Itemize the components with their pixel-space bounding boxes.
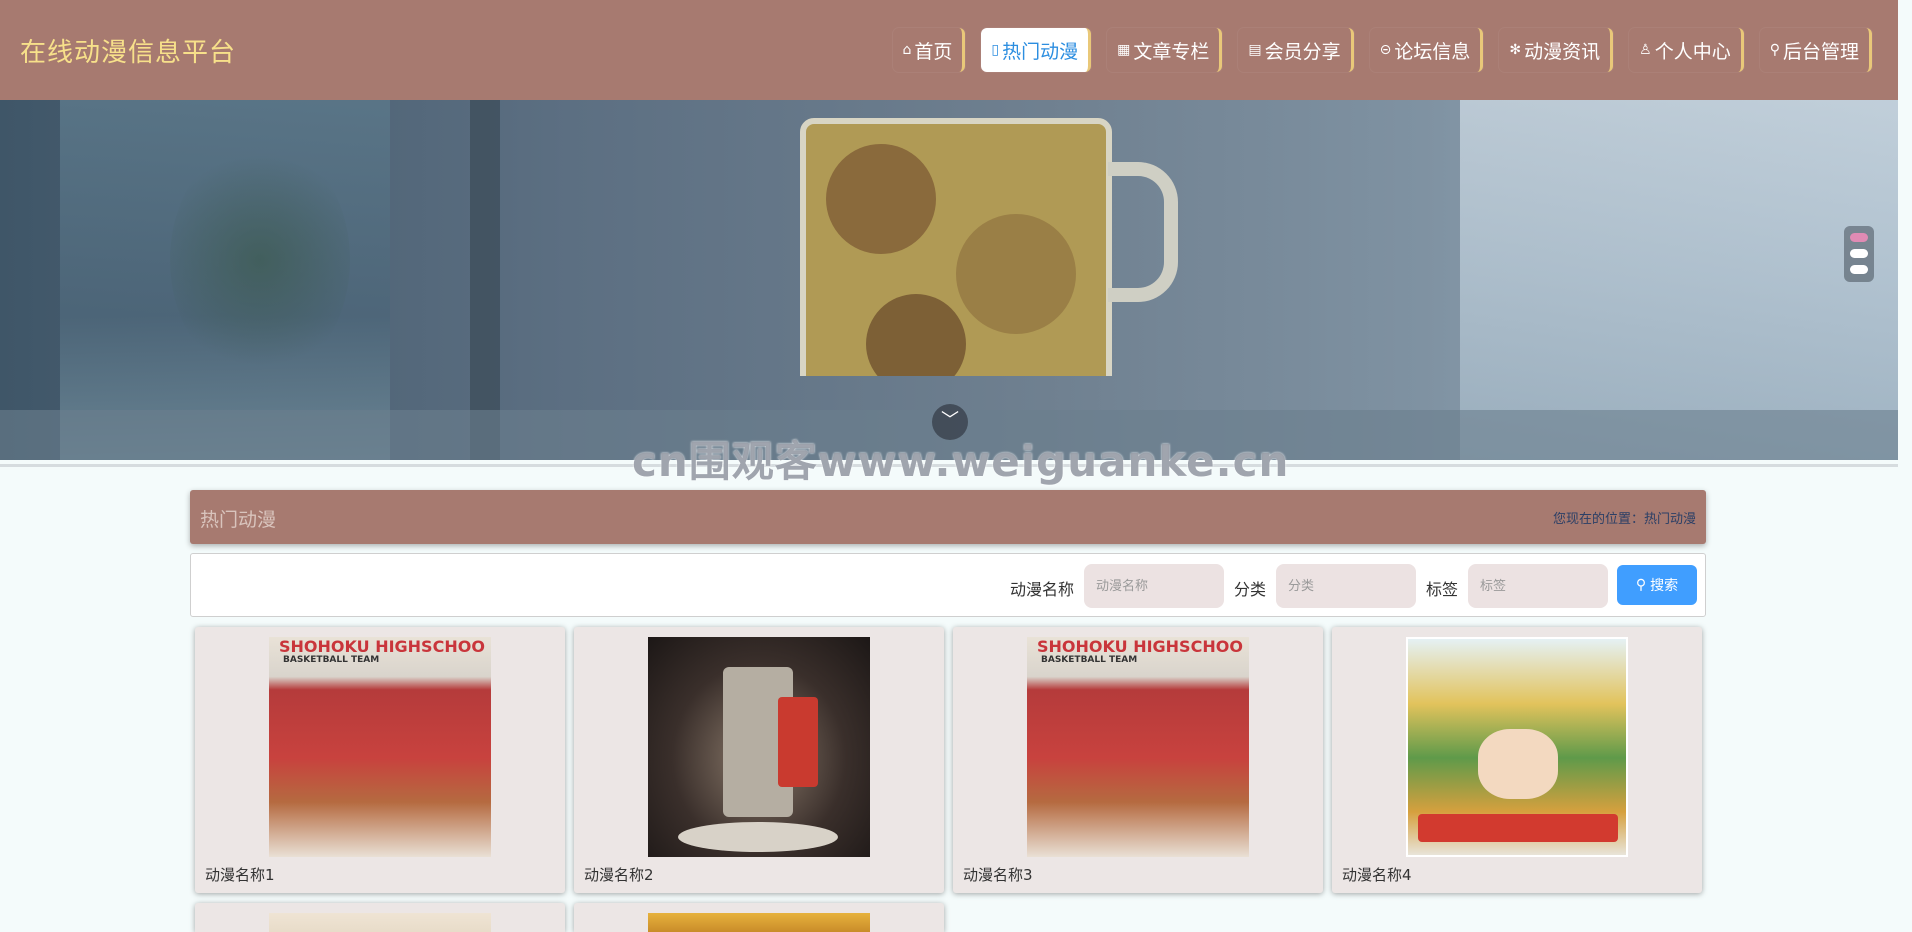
anime-card[interactable]: SHOHOKU HIGHSCHOO BASKETBALL TEAM 动漫名称3 [953,627,1323,893]
search-button[interactable]: ⚲ 搜索 [1617,565,1697,605]
nav-member-share[interactable]: ▤ 会员分享 [1238,28,1354,72]
cover-art-text: BASKETBALL TEAM [1041,655,1138,665]
banner-plant [170,140,350,380]
anime-name[interactable]: 动漫名称3 [963,864,1033,885]
nav-forum-label: 论坛信息 [1394,40,1471,63]
search-button-label: 搜索 [1650,578,1679,594]
breadcrumb: 您现在的位置：热门动漫 [1552,512,1696,527]
nav-profile[interactable]: ♙ 个人中心 [1629,28,1744,72]
banner-mug [800,118,1112,376]
tag-label: 标签 [1426,580,1459,599]
anime-cover-image[interactable] [1406,637,1628,857]
anime-cover-image[interactable] [648,637,870,857]
anime-name-label: 动漫名称 [1010,580,1075,599]
anime-cover-image[interactable] [648,913,870,932]
nav-home[interactable]: ⌂ 首页 [892,28,966,72]
mug-pattern [826,144,936,254]
anime-cover-image[interactable] [269,913,491,932]
nav-articles-label: 文章专栏 [1133,40,1210,63]
tag-input[interactable] [1468,564,1608,608]
forum-icon: ⊝ [1379,42,1392,58]
anime-card[interactable]: SHOHOKU HIGHSCHOO BASKETBALL TEAM 动漫名称1 [195,627,565,893]
search-icon: ⚲ [1635,577,1647,593]
anime-name[interactable]: 动漫名称2 [584,864,654,885]
anime-name[interactable]: 动漫名称4 [1342,864,1412,885]
nav-hot-anime[interactable]: ▯ 热门动漫 [981,28,1092,72]
banner-window-frame [470,100,500,460]
anime-cover-image[interactable]: SHOHOKU HIGHSCHOO BASKETBALL TEAM [269,637,491,857]
anime-card[interactable]: 动漫名称2 [574,627,944,893]
category-input[interactable] [1276,564,1416,608]
cover-art [778,697,818,787]
anime-cover-image[interactable]: SHOHOKU HIGHSCHOO BASKETBALL TEAM [1027,637,1249,857]
page-title: 热门动漫 [200,509,277,531]
nav-profile-label: 个人中心 [1654,40,1731,63]
nav-news-label: 动漫资讯 [1524,40,1601,63]
banner-mug-handle [1108,162,1178,302]
nav-home-label: 首页 [914,40,953,63]
anime-card[interactable] [574,903,944,932]
carousel-indicators [1844,226,1874,282]
cover-art [678,822,838,852]
cover-art-text: SHOHOKU HIGHSCHOO [1037,637,1243,656]
nav-admin-label: 后台管理 [1782,40,1859,63]
nav-admin[interactable]: ⚲ 后台管理 [1759,28,1872,72]
nav-hot-anime-label: 热门动漫 [1002,40,1079,63]
site-logo[interactable]: 在线动漫信息平台 [20,32,236,69]
nav-articles[interactable]: ▦ 文章专栏 [1107,28,1223,72]
cover-art [1418,814,1618,842]
mug-pattern [956,214,1076,334]
carousel-dot[interactable] [1850,233,1868,242]
search-bar: 动漫名称 分类 标签 ⚲ 搜索 [190,553,1706,617]
banner-window-right [1460,100,1898,460]
cover-art-text: BASKETBALL TEAM [283,655,380,665]
home-icon: ⌂ [902,42,912,58]
nav-member-share-label: 会员分享 [1264,40,1341,63]
watermark: cn围观客www.weiguanke.cn [632,437,1290,486]
snowflake-icon: ✻ [1509,42,1522,58]
cover-art-text: SHOHOKU HIGHSCHOO [279,637,485,656]
nav-forum[interactable]: ⊝ 论坛信息 [1369,28,1484,72]
anime-card[interactable]: 动漫名称4 [1332,627,1702,893]
cover-art [1478,729,1558,799]
anime-card[interactable] [195,903,565,932]
top-header: 在线动漫信息平台 ⌂ 首页 ▯ 热门动漫 ▦ 文章专栏 ▤ 会员分享 ⊝ 论坛信… [0,0,1898,100]
link-icon: ⚲ [1769,42,1780,58]
nav-news[interactable]: ✻ 动漫资讯 [1499,28,1614,72]
document-icon: ▯ [991,42,1000,58]
section-title-bar: 热门动漫 您现在的位置：热门动漫 [190,490,1706,544]
anime-name-input[interactable] [1084,564,1224,608]
anime-name[interactable]: 动漫名称1 [205,864,275,885]
carousel-dot[interactable] [1850,249,1868,258]
user-icon: ♙ [1639,42,1652,58]
carousel-dot[interactable] [1850,265,1868,274]
category-label: 分类 [1234,580,1267,599]
main-nav: ⌂ 首页 ▯ 热门动漫 ▦ 文章专栏 ▤ 会员分享 ⊝ 论坛信息 ✻ 动漫资讯 … [892,28,1872,72]
list-icon: ▤ [1248,42,1262,58]
grid-icon: ▦ [1117,42,1131,58]
